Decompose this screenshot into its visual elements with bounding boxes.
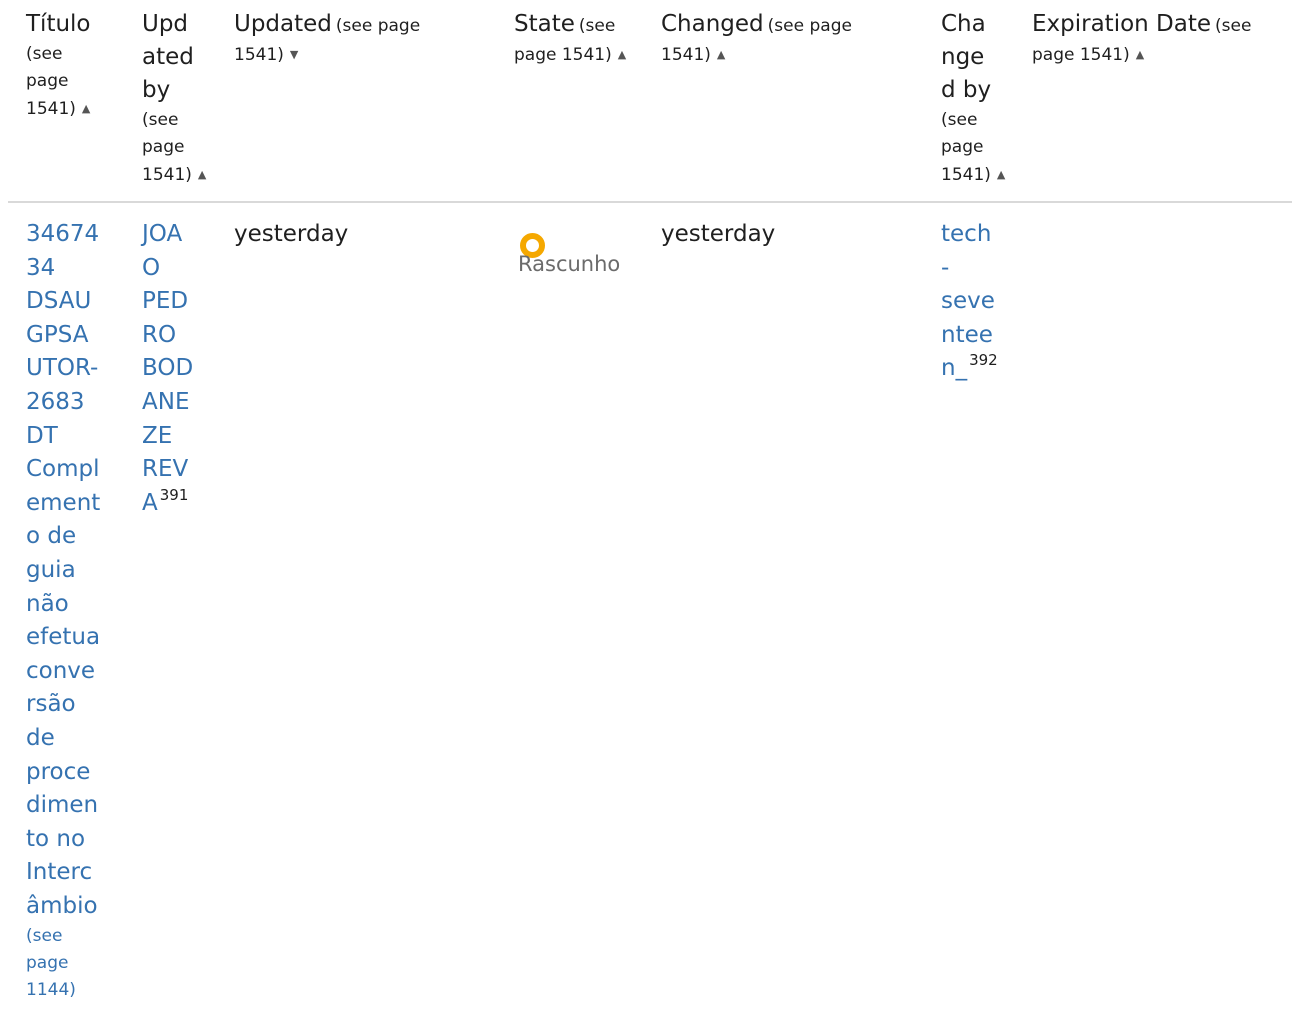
user-line: PED bbox=[142, 288, 189, 315]
header-ref-line: page bbox=[941, 137, 984, 157]
updated-value: yesterday bbox=[234, 221, 349, 247]
changed-value: yesterday bbox=[661, 221, 776, 247]
column-header-title[interactable]: Título (see page 1541) ▲ bbox=[26, 8, 126, 123]
user-line: ZE bbox=[142, 422, 173, 449]
header-ref-line: 1541) bbox=[661, 45, 711, 65]
state-cell: Rascunho bbox=[514, 218, 654, 288]
title-line: proce bbox=[26, 758, 91, 785]
user-line: tech bbox=[941, 221, 992, 247]
title-line: âmbio bbox=[26, 892, 98, 919]
title-line: UTOR- bbox=[26, 355, 99, 382]
column-header-updated-by[interactable]: Upd ated by (see page 1541) ▲ bbox=[142, 8, 222, 189]
header-label: Changed bbox=[661, 11, 764, 37]
user-line: ANE bbox=[142, 388, 190, 415]
header-ref-line: 1541) bbox=[142, 165, 192, 185]
title-line: conve bbox=[26, 657, 96, 684]
page-ref-line: page bbox=[26, 953, 69, 974]
title-line: rsão bbox=[26, 691, 76, 718]
title-line: dimen bbox=[26, 792, 99, 819]
sort-up-icon[interactable]: ▲ bbox=[717, 41, 725, 68]
title-line: Compl bbox=[26, 456, 100, 483]
header-ref-line: page 1541) bbox=[514, 45, 612, 65]
user-line: RO bbox=[142, 321, 177, 348]
user-line: JOA bbox=[142, 221, 183, 247]
header-ref-line: (see bbox=[1215, 16, 1252, 36]
sort-up-icon[interactable]: ▲ bbox=[618, 41, 626, 68]
header-ref-line: 1541) bbox=[234, 45, 284, 65]
sort-up-icon[interactable]: ▲ bbox=[1136, 41, 1144, 68]
user-line: seve bbox=[941, 288, 995, 315]
footnote-marker: 392 bbox=[969, 351, 998, 370]
user-line: BOD bbox=[142, 355, 194, 382]
header-divider bbox=[8, 201, 1292, 203]
header-ref-line: page bbox=[26, 71, 69, 91]
header-label-line: nge bbox=[941, 44, 985, 70]
header-label-line: d by bbox=[941, 77, 992, 103]
sort-up-icon[interactable]: ▲ bbox=[198, 161, 206, 188]
header-label-line: by bbox=[142, 77, 171, 103]
title-line: efetua bbox=[26, 624, 101, 651]
user-line: n_ bbox=[941, 355, 968, 382]
title-line: 34674 bbox=[26, 221, 100, 247]
header-ref-line: (see bbox=[142, 110, 179, 130]
footnote-marker: 391 bbox=[159, 485, 189, 504]
table-row: 34674 34 DSAU GPSA UTOR- 2683 DT Compl e… bbox=[0, 218, 1292, 1008]
title-line: de bbox=[26, 724, 55, 751]
sort-down-icon[interactable]: ▼ bbox=[290, 41, 298, 68]
updated-by-link[interactable]: JOA O PED RO BOD ANE ZE REV A 391 bbox=[142, 218, 222, 520]
title-line: DT bbox=[26, 422, 58, 449]
title-line: não bbox=[26, 590, 69, 617]
column-header-expiration-date[interactable]: Expiration Date (see page 1541) ▲ bbox=[1032, 8, 1287, 69]
header-ref-line: (see bbox=[578, 16, 616, 36]
title-line: ement bbox=[26, 489, 101, 516]
user-line: REV bbox=[142, 456, 189, 483]
header-label: State bbox=[514, 11, 575, 37]
title-line: Interc bbox=[26, 859, 93, 886]
header-ref-line: page 1541) bbox=[1032, 45, 1130, 65]
sort-up-icon[interactable]: ▲ bbox=[997, 161, 1005, 188]
title-line: o de bbox=[26, 523, 77, 550]
header-ref-line: 1541) bbox=[26, 99, 76, 119]
header-ref-line: (see page bbox=[335, 16, 421, 36]
column-header-updated[interactable]: Updated (see page 1541) ▼ bbox=[234, 8, 504, 69]
title-line: DSAU bbox=[26, 288, 92, 315]
header-ref-line: (see bbox=[26, 44, 63, 64]
header-ref-line: (see bbox=[941, 110, 978, 130]
header-ref-line: page bbox=[142, 137, 185, 157]
user-line: A bbox=[142, 489, 158, 516]
header-label-line: ated bbox=[142, 44, 194, 70]
header-label-line: Cha bbox=[941, 11, 986, 37]
column-header-state[interactable]: State (see page 1541) ▲ bbox=[514, 8, 654, 69]
column-header-changed[interactable]: Changed (see page 1541) ▲ bbox=[661, 8, 931, 69]
column-header-changed-by[interactable]: Cha nge d by (see page 1541) ▲ bbox=[941, 8, 1026, 189]
header-ref-line: 1541) bbox=[941, 165, 991, 185]
user-line: - bbox=[941, 254, 950, 281]
page-ref-line: (see bbox=[26, 926, 63, 947]
title-link[interactable]: 34674 34 DSAU GPSA UTOR- 2683 DT Compl e… bbox=[26, 218, 136, 1004]
title-line: GPSA bbox=[26, 321, 89, 348]
title-line: guia bbox=[26, 556, 76, 583]
title-line: 2683 bbox=[26, 388, 85, 415]
title-line: to no bbox=[26, 825, 86, 852]
header-label: Updated bbox=[234, 11, 332, 37]
header-label: Expiration Date bbox=[1032, 11, 1212, 37]
page-ref-line: 1144) bbox=[26, 980, 76, 1001]
header-ref-line: (see page bbox=[767, 16, 852, 36]
header-label: Título bbox=[26, 11, 91, 37]
state-label: Rascunho bbox=[518, 252, 621, 276]
title-line: 34 bbox=[26, 254, 56, 281]
sort-up-icon[interactable]: ▲ bbox=[82, 95, 90, 122]
user-line: O bbox=[142, 254, 161, 281]
changed-by-link[interactable]: tech - seve ntee n_ 392 bbox=[941, 218, 1026, 386]
header-label-line: Upd bbox=[142, 11, 189, 37]
user-line: ntee bbox=[941, 321, 993, 348]
